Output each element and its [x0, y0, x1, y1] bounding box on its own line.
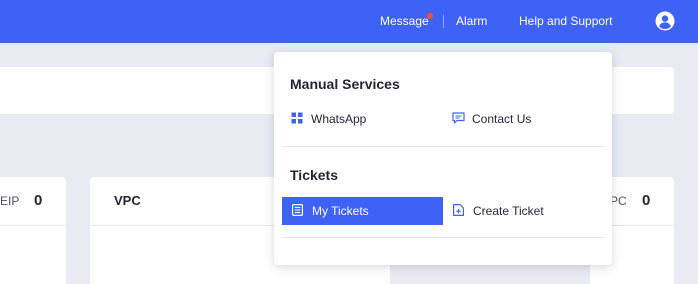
nav-help-support-link[interactable]: Help and Support	[519, 0, 612, 43]
tickets-heading: Tickets	[290, 167, 338, 183]
user-avatar-icon[interactable]	[655, 11, 675, 31]
my-tickets-label: My Tickets	[312, 204, 369, 218]
contact-us-menu-item[interactable]: Contact Us	[442, 105, 602, 133]
eip-card: EIP 0	[0, 177, 66, 284]
section-divider	[282, 146, 604, 147]
vpc-count-card-count: 0	[642, 192, 651, 209]
nav-separator	[443, 15, 444, 28]
ticket-list-icon	[292, 204, 306, 218]
file-add-icon	[453, 204, 467, 218]
vpc-count-card-label: PC	[610, 194, 627, 208]
create-ticket-label: Create Ticket	[473, 204, 544, 218]
section-divider	[282, 237, 604, 238]
grid-apps-icon	[291, 112, 305, 126]
contact-us-label: Contact Us	[472, 112, 532, 126]
nav-alarm-link[interactable]: Alarm	[456, 0, 487, 43]
message-notification-dot	[427, 13, 433, 19]
nav-message-link[interactable]: Message	[380, 0, 429, 43]
help-support-dropdown: Manual Services WhatsApp Contact Us Tick…	[274, 52, 612, 265]
card-divider	[0, 225, 66, 226]
chat-bubble-icon	[452, 112, 466, 126]
my-tickets-menu-item[interactable]: My Tickets	[282, 197, 443, 225]
eip-card-label: EIP	[0, 194, 20, 208]
whatsapp-label: WhatsApp	[311, 112, 367, 126]
create-ticket-menu-item[interactable]: Create Ticket	[443, 197, 603, 225]
eip-card-count: 0	[34, 192, 43, 209]
top-navigation-bar: Message Alarm Help and Support	[0, 0, 698, 43]
whatsapp-menu-item[interactable]: WhatsApp	[281, 105, 441, 133]
vpc-card-title: VPC	[114, 193, 141, 208]
manual-services-heading: Manual Services	[290, 76, 400, 92]
